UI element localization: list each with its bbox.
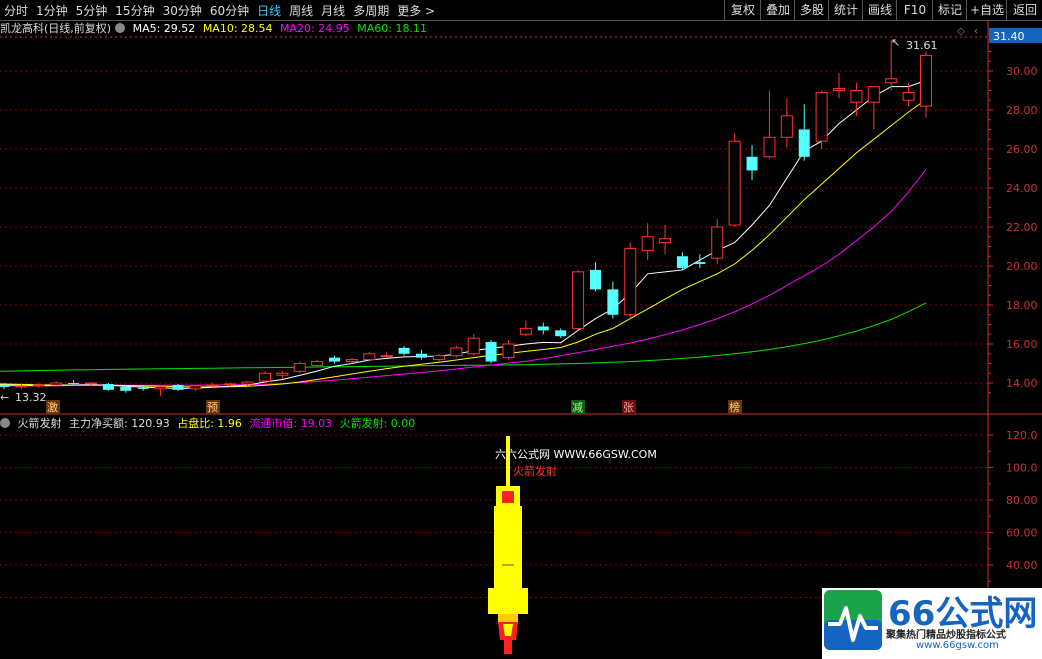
candle-body [398,347,410,354]
price-tick-label: 20.00 [1006,260,1038,273]
candle-body [589,269,601,290]
price-tick-label: 28.00 [1006,104,1038,117]
candle-body [154,386,167,390]
candle-body [815,91,828,142]
candle-body [120,386,132,391]
candle-body [102,383,114,390]
price-tick-label: 18.00 [1006,299,1038,312]
candle-body [345,359,358,363]
indicator-tick-label: 120.0 [1006,429,1038,442]
candle-body [676,256,688,268]
candle-body [0,384,10,387]
candle-body [572,271,585,329]
ma20-line [0,169,927,387]
candle-body [84,382,97,385]
indicator-tick-label: 40.00 [1006,559,1038,572]
candle-body [311,361,324,366]
candle-body [432,355,445,361]
candle-body [137,387,149,389]
candle-body [32,384,45,387]
price-tick-label: 26.00 [1006,143,1038,156]
candle-body [416,353,428,358]
candle-body [763,136,776,158]
rocket-window [502,491,514,503]
low-arrow-icon: ← [0,391,9,404]
candle-body [172,384,184,390]
candle-body [833,88,846,92]
candle-body [867,86,880,103]
price-axis: 30.00 28.00 26.00 24.00 22.00 20.00 18.00 16.00… [988,28,1042,394]
candle-body [780,115,793,138]
indicator-tick-label: 80.00 [1006,494,1038,507]
indicator-tick-label: 100.0 [1006,462,1038,475]
candle-body [189,385,202,390]
candle-body [641,236,654,251]
rocket-nozzle [498,614,518,622]
candle-body [537,326,549,331]
candle-body [467,337,480,355]
price-tick-label: 24.00 [1006,182,1038,195]
high-price-label: 31.61 [906,39,938,52]
candle-body [659,238,672,244]
candle-body [607,289,619,315]
candle-body [68,383,80,384]
diamond-icon[interactable]: ◇ [957,26,965,37]
candle-body [224,383,237,386]
marker-ji: 激 [47,400,58,414]
site-watermark: 六六公式网 WWW.66GSW.COM [495,448,657,461]
price-tick-label: 16.00 [1006,338,1038,351]
ma60-line [0,302,927,372]
kline-chart[interactable]: 30.00 28.00 26.00 24.00 22.00 20.00 18.00 16.00… [0,0,1042,659]
rocket-body [494,506,522,590]
candle-body [519,327,532,335]
candle-body [276,372,289,376]
logo-slogan: 聚集热门精品炒股指标公式 [886,630,1006,641]
candle-body [711,226,724,259]
candle-body [798,129,810,157]
candle-body [694,262,706,265]
rocket-exhaust [504,640,512,654]
price-tick-label: 22.00 [1006,221,1038,234]
rocket-antenna [506,436,510,486]
marker-bang: 榜 [729,400,740,414]
candle-body [746,156,758,171]
candle-body [15,385,28,388]
rocket-signal-label: 火箭发射 [513,464,557,478]
candle-body [920,54,932,107]
high-arrow-icon: ↖ [891,36,900,49]
candle-body [728,140,741,226]
candle-body [293,363,306,372]
brand-logo: 66公式网 聚集热门精品炒股指标公式 www.66gsw.com [822,588,1042,659]
marker-jian: 减 [572,401,583,414]
candle-body [850,90,863,103]
rocket-fins [488,588,528,614]
candle-body [450,347,463,357]
candle-body [555,330,567,337]
candle-body [380,355,393,358]
candle-body [624,247,637,316]
marker-zhang: 张 [623,401,634,414]
candle-body [50,382,63,386]
current-price-label: 31.40 [993,30,1025,43]
indicator-tick-label: 60.00 [1006,527,1038,540]
low-price-label: 13.32 [15,391,47,404]
candle-body [329,357,341,362]
price-tick-label: 14.00 [1006,377,1038,390]
candle-body [502,343,515,359]
marker-yu: 预 [207,401,218,414]
candle-body [206,384,219,387]
candle-body [885,78,898,84]
caret-icon[interactable]: ‹ [974,26,978,37]
candle-body [363,353,376,361]
candlestick-series [0,39,932,397]
logo-url: www.66gsw.com [916,640,999,651]
candle-body [902,91,915,101]
candle-body [485,342,497,362]
candle-body [241,381,254,385]
candle-body [258,372,271,382]
price-tick-label: 30.00 [1006,65,1038,78]
